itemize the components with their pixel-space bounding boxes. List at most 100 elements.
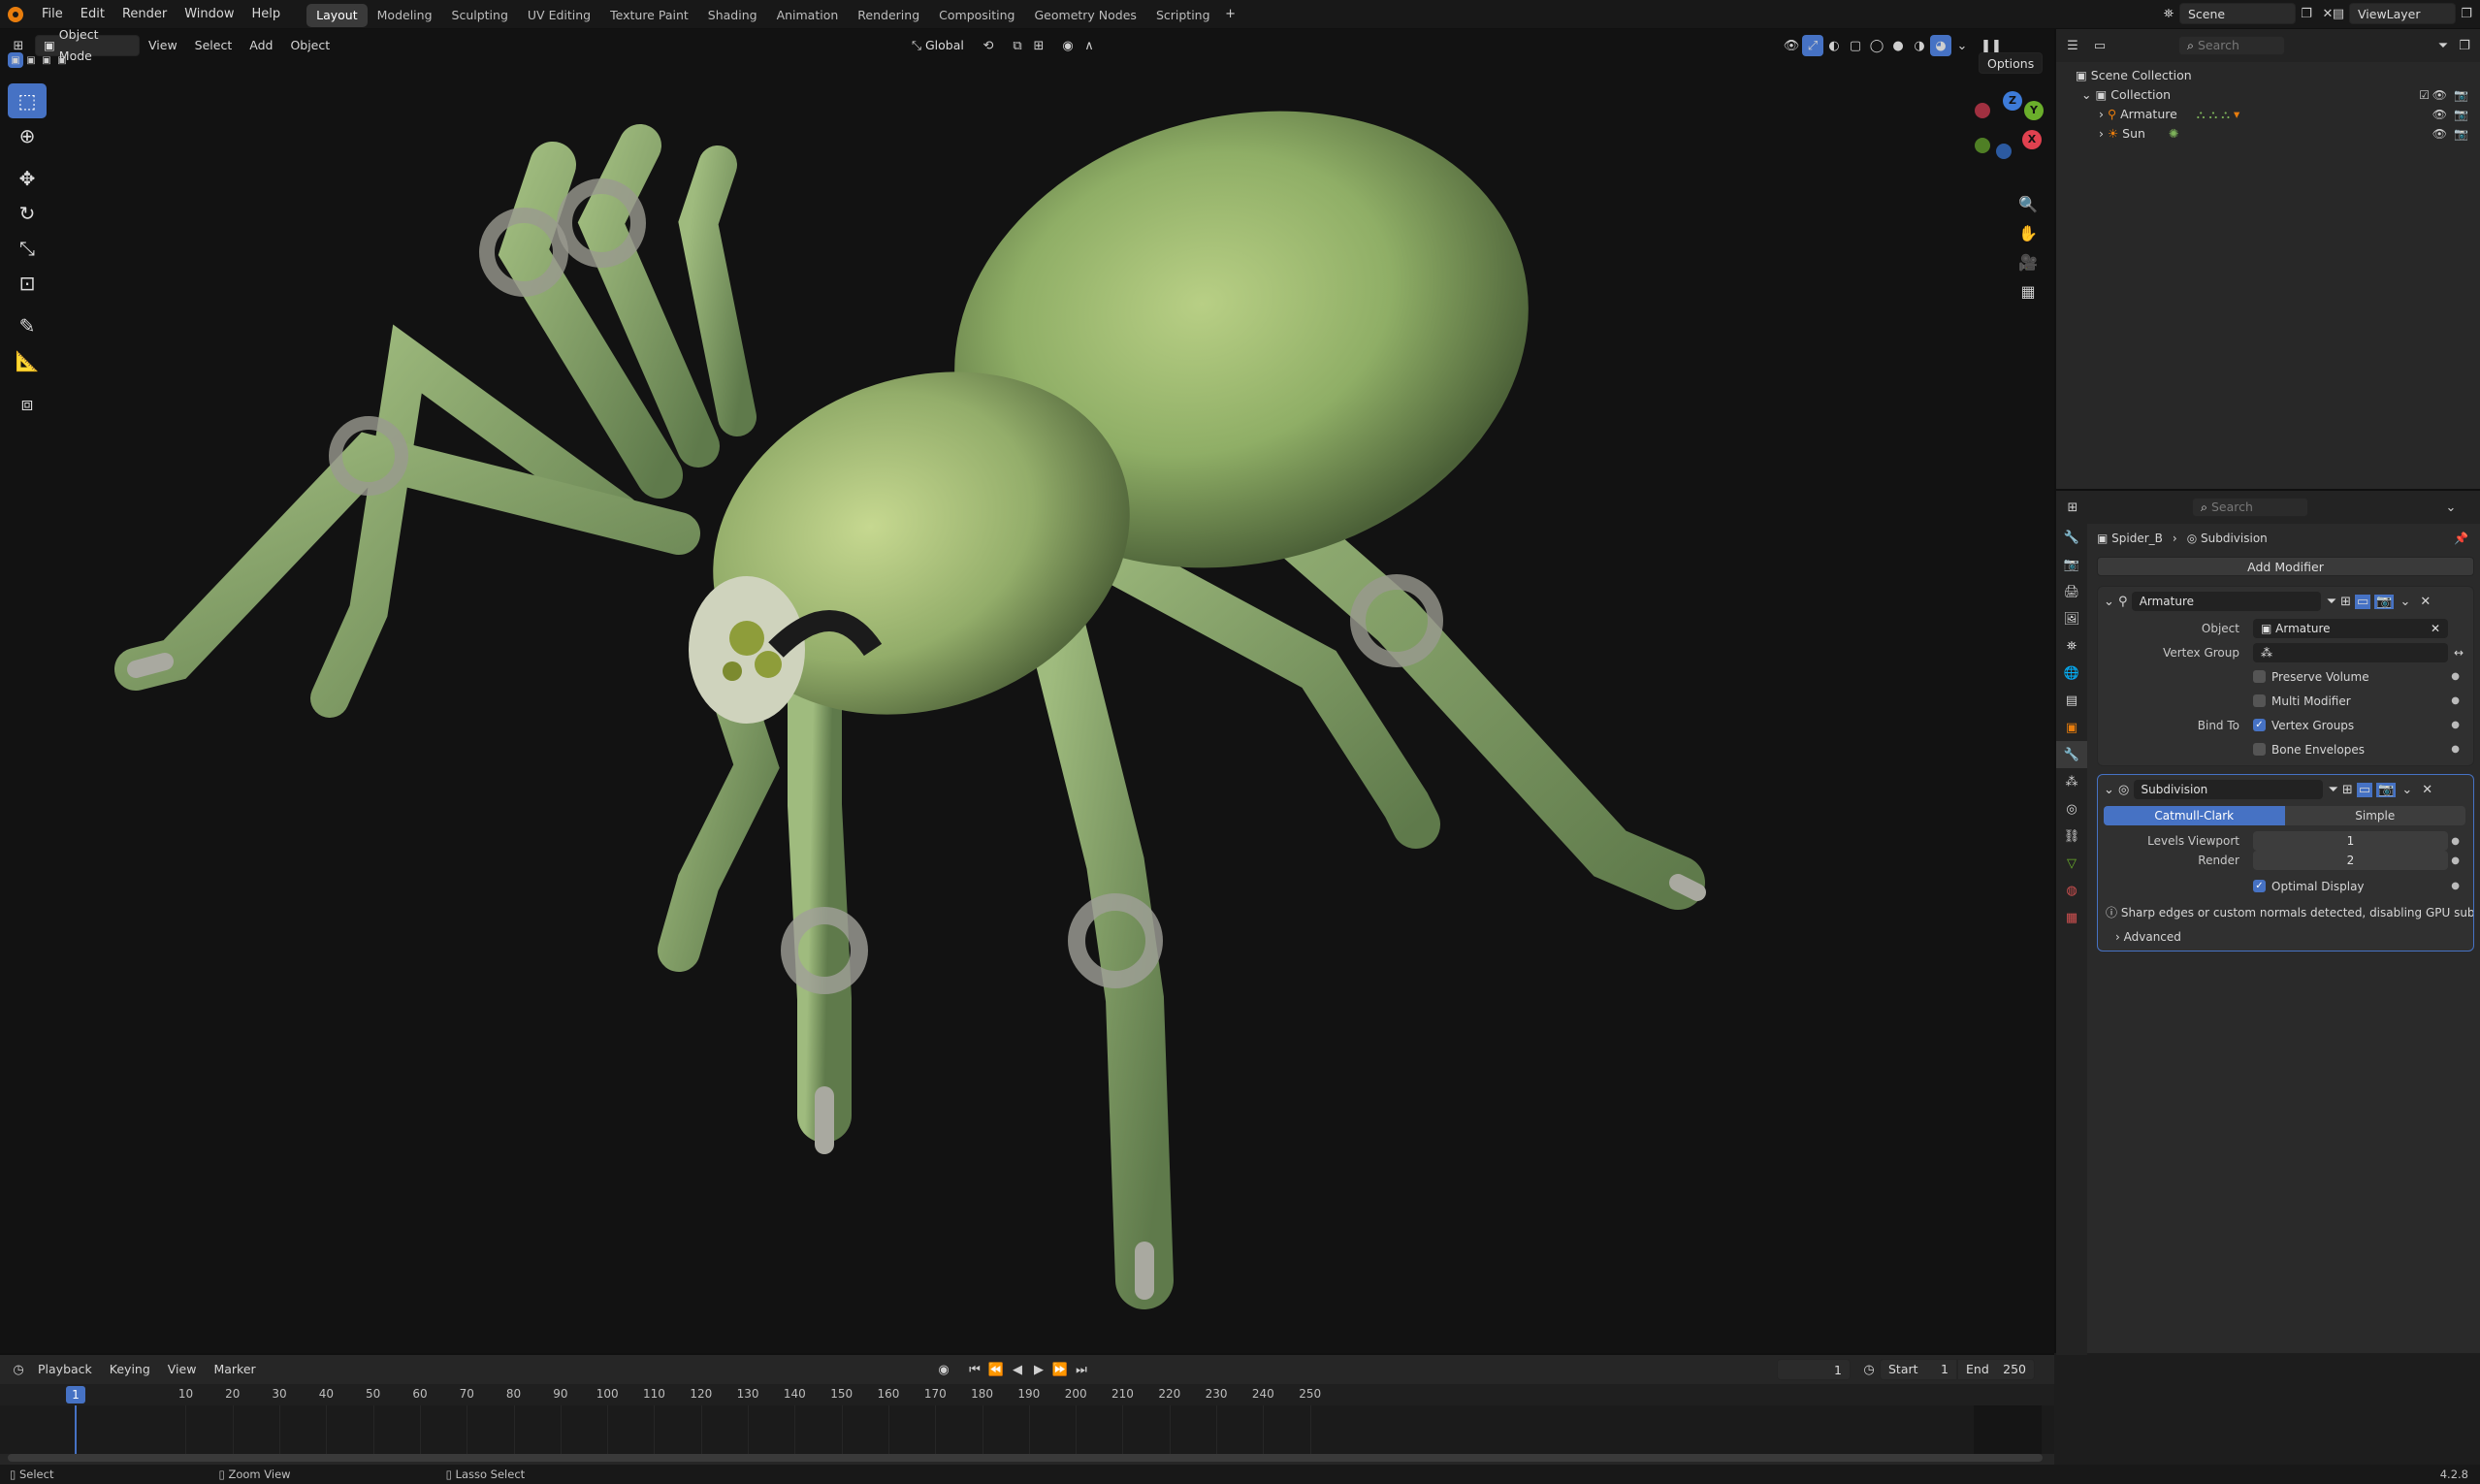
play-reverse-icon[interactable]: ◀ — [1007, 1359, 1028, 1380]
outliner-item-armature[interactable]: › ⚲ Armature ⛬ ⛬ ⛬ ▾ 👁 📷 — [2056, 105, 2480, 124]
perspective-toggle-icon[interactable]: ▦ — [2014, 277, 2042, 305]
cage-toggle-icon[interactable]: ⊞ — [2342, 783, 2353, 797]
new-collection-icon[interactable]: ❐ — [2454, 35, 2475, 56]
jump-prev-key-icon[interactable]: ⏪ — [985, 1359, 1007, 1380]
pin-icon[interactable]: 📌 — [2454, 532, 2468, 545]
multi-modifier-checkbox[interactable] — [2253, 694, 2266, 707]
outliner-collection[interactable]: ⌄ ▣ Collection ☑ 👁 📷 — [2056, 85, 2480, 105]
tab-layout[interactable]: Layout — [306, 4, 368, 27]
end-frame-field[interactable]: End 250 — [1957, 1359, 2035, 1380]
keyframe-dot-icon[interactable]: ● — [2451, 671, 2460, 682]
collection-visibility-icon[interactable]: 👁 — [2432, 85, 2447, 105]
sun-visibility-icon[interactable]: 👁 — [2432, 124, 2447, 144]
collection-render-icon[interactable]: 📷 — [2454, 85, 2468, 105]
collection-check-icon[interactable]: ☑ — [2419, 85, 2430, 105]
viewport-toggle-icon[interactable]: ▭ — [2355, 594, 2371, 609]
tab-modeling[interactable]: Modeling — [368, 4, 442, 27]
zoom-icon[interactable]: 🔍 — [2014, 190, 2042, 217]
keyframe-dot-icon[interactable]: ● — [2451, 744, 2460, 755]
axis-neg-x-icon[interactable] — [1975, 103, 1990, 118]
tab-scripting[interactable]: Scripting — [1146, 4, 1220, 27]
tab-render-icon[interactable]: 📷 — [2056, 551, 2087, 578]
tab-object-icon[interactable]: ▣ — [2056, 714, 2087, 741]
tab-collection-icon[interactable]: ▤ — [2056, 687, 2087, 714]
remove-modifier-icon[interactable]: ✕ — [2420, 595, 2431, 609]
levels-viewport-field[interactable]: 1 — [2253, 831, 2448, 851]
start-frame-field[interactable]: Start 1 — [1880, 1359, 1957, 1380]
tab-physics-icon[interactable]: ◎ — [2056, 795, 2087, 823]
properties-options-icon[interactable]: ⌄ — [2440, 497, 2462, 518]
tab-uv-editing[interactable]: UV Editing — [518, 4, 600, 27]
auto-keying-icon[interactable]: ◉ — [933, 1359, 954, 1380]
jump-next-key-icon[interactable]: ⏩ — [1049, 1359, 1071, 1380]
keyframe-dot-icon[interactable]: ● — [2451, 881, 2460, 891]
vertex-group-field[interactable]: ⁂ — [2253, 642, 2448, 662]
keyframe-dot-icon[interactable]: ● — [2451, 695, 2460, 706]
expand-icon[interactable]: › — [2099, 107, 2108, 121]
preview-range-icon[interactable]: ◷ — [1858, 1359, 1880, 1380]
pan-hand-icon[interactable]: ✋ — [2014, 219, 2042, 246]
axis-neg-y-icon[interactable] — [1975, 138, 1990, 153]
optimal-display-checkbox[interactable]: ✓ — [2253, 880, 2266, 892]
add-modifier-button[interactable]: Add Modifier — [2097, 557, 2474, 576]
blender-logo-icon[interactable] — [8, 6, 23, 22]
bone-envelopes-checkbox[interactable] — [2253, 743, 2266, 756]
tab-compositing[interactable]: Compositing — [929, 4, 1024, 27]
modifier-menu-icon[interactable]: ⌄ — [2401, 783, 2412, 797]
new-view-layer-icon[interactable]: ❐ — [2456, 3, 2477, 24]
timeline-track[interactable] — [0, 1405, 2054, 1454]
edit-mode-toggle-icon[interactable]: ⏷ — [2327, 595, 2336, 609]
keyframe-dot-icon[interactable]: ● — [2451, 855, 2460, 866]
view-layer-icon[interactable]: ▤ — [2328, 3, 2349, 24]
modifier-menu-icon[interactable]: ⌄ — [2399, 595, 2410, 609]
playhead[interactable]: 1 — [66, 1386, 85, 1403]
tab-world-icon[interactable]: 🌐 — [2056, 660, 2087, 687]
navigation-gizmo[interactable]: Z Y X — [1969, 91, 2046, 184]
tab-constraints-icon[interactable]: ⛓ — [2056, 823, 2087, 850]
tab-texture-icon[interactable]: ▦ — [2056, 904, 2087, 931]
vertex-groups-checkbox[interactable]: ✓ — [2253, 719, 2266, 731]
advanced-subpanel[interactable]: › Advanced — [2098, 924, 2473, 949]
keyframe-dot-icon[interactable]: ● — [2451, 720, 2460, 730]
outliner-item-sun[interactable]: › ☀ Sun ✺ 👁 📷 — [2056, 124, 2480, 144]
simple-button[interactable]: Simple — [2284, 806, 2465, 825]
armature-modifier-name[interactable]: Armature — [2131, 592, 2321, 611]
timeline-menu-marker[interactable]: Marker — [205, 1355, 264, 1384]
play-icon[interactable]: ▶ — [1028, 1359, 1049, 1380]
timeline-editor-icon[interactable]: ◷ — [8, 1359, 29, 1380]
tab-particles-icon[interactable]: ⁂ — [2056, 768, 2087, 795]
subdivision-modifier-name[interactable]: Subdivision — [2133, 780, 2323, 799]
remove-modifier-icon[interactable]: ✕ — [2422, 783, 2432, 797]
outliner-scene-collection[interactable]: ▣ Scene Collection — [2056, 66, 2480, 85]
jump-end-icon[interactable]: ⏭ — [1071, 1359, 1092, 1380]
tab-sculpting[interactable]: Sculpting — [442, 4, 518, 27]
expand-icon[interactable]: › — [2099, 126, 2108, 141]
edit-mode-toggle-icon[interactable]: ⏷ — [2329, 783, 2338, 797]
outliner-search[interactable]: ⌕ Search — [2178, 36, 2285, 55]
filter-icon[interactable]: ⏷ — [2432, 35, 2454, 56]
cage-toggle-icon[interactable]: ⊞ — [2340, 595, 2351, 609]
menu-render[interactable]: Render — [113, 0, 176, 29]
armature-visibility-icon[interactable]: 👁 — [2432, 105, 2447, 124]
view-layer-field[interactable]: ViewLayer — [2349, 3, 2456, 24]
viewport-toggle-icon[interactable]: ▭ — [2356, 782, 2373, 797]
collapse-icon[interactable]: ⌄ — [2104, 783, 2118, 797]
collapse-icon[interactable]: ⌄ — [2104, 595, 2118, 609]
current-frame-field[interactable]: 1 — [1777, 1359, 1851, 1380]
expand-icon[interactable]: ⌄ — [2081, 87, 2095, 102]
menu-window[interactable]: Window — [176, 0, 242, 29]
timeline-menu-keying[interactable]: Keying — [101, 1355, 159, 1384]
sun-render-icon[interactable]: 📷 — [2454, 124, 2468, 144]
armature-object-field[interactable]: ▣ Armature ✕ — [2253, 618, 2448, 638]
tab-view-layer-icon[interactable]: 🖼 — [2056, 605, 2087, 632]
tab-tool-icon[interactable]: 🔧 — [2056, 524, 2087, 551]
tab-rendering[interactable]: Rendering — [848, 4, 929, 27]
tab-data-icon[interactable]: ▽ — [2056, 850, 2087, 877]
render-toggle-icon[interactable]: 📷 — [2376, 782, 2397, 797]
spider-model[interactable] — [0, 29, 2054, 1353]
tab-animation[interactable]: Animation — [767, 4, 849, 27]
scene-name-field[interactable]: Scene — [2179, 3, 2296, 24]
axis-neg-z-icon[interactable] — [1996, 144, 2012, 159]
menu-file[interactable]: File — [33, 0, 72, 29]
menu-help[interactable]: Help — [243, 0, 290, 29]
